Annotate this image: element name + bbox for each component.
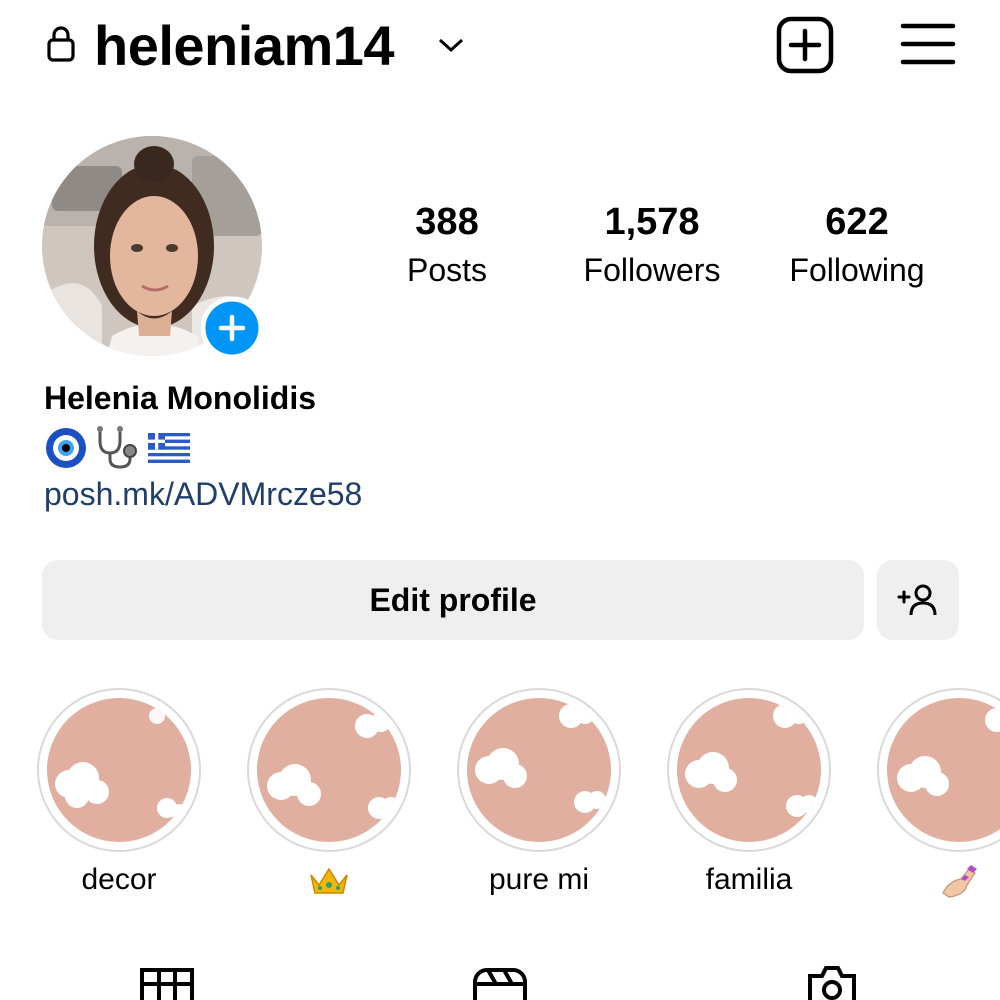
highlight-nails[interactable]	[877, 688, 1000, 898]
profile-username[interactable]: heleniam14	[94, 10, 395, 82]
stethoscope-icon	[97, 426, 137, 469]
highlight-pure-mi[interactable]: pure mi	[457, 688, 621, 896]
bio-emoji-row	[44, 424, 190, 472]
highlight-cover	[47, 698, 191, 842]
posts-count-label: Posts	[406, 252, 488, 288]
highlight-cover	[257, 698, 401, 842]
highlight-cover	[677, 698, 821, 842]
highlight-decor[interactable]: decor	[37, 688, 201, 896]
highlight-ring	[37, 688, 201, 852]
highlight-label: familia	[705, 863, 793, 896]
profile-full-name: Helenia Monolidis	[44, 380, 317, 416]
highlight-crown[interactable]	[247, 688, 411, 894]
followers-count-value: 1,578	[604, 201, 700, 243]
highlight-ring	[457, 688, 621, 852]
nazar-amulet-icon	[46, 428, 86, 468]
add-person-icon	[897, 584, 937, 616]
greek-flag-icon	[148, 433, 190, 463]
highlight-label: pure mi	[488, 863, 590, 896]
following-count-value: 622	[825, 201, 889, 243]
hamburger-menu-icon[interactable]	[900, 20, 956, 68]
edit-profile-label: Edit profile	[369, 581, 537, 618]
edit-profile-button[interactable]: Edit profile	[42, 560, 864, 640]
highlight-ring	[667, 688, 831, 852]
crown-icon	[310, 867, 348, 894]
highlight-label: decor	[81, 863, 157, 896]
followers-count[interactable]: 1,578 Followers	[552, 196, 752, 292]
highlight-familia[interactable]: familia	[667, 688, 831, 896]
highlight-cover	[467, 698, 611, 842]
add-story-button[interactable]	[201, 297, 263, 359]
following-count-label: Following	[789, 252, 925, 288]
nail-polish-icon	[942, 865, 977, 898]
highlight-label	[227, 860, 431, 900]
bio-link[interactable]: posh.mk/ADVMrcze58	[44, 472, 362, 516]
lock-icon	[47, 26, 75, 62]
followers-count-label: Followers	[583, 252, 721, 288]
highlight-label	[857, 860, 1000, 900]
plus-square-icon[interactable]	[776, 16, 834, 74]
reels-icon[interactable]	[472, 964, 528, 1000]
highlight-cover	[887, 698, 1000, 842]
discover-people-button[interactable]	[877, 560, 959, 640]
tagged-icon[interactable]	[804, 964, 860, 1000]
grid-icon[interactable]	[140, 964, 194, 1000]
posts-count-value: 388	[415, 201, 479, 243]
chevron-down-icon[interactable]	[436, 34, 466, 56]
following-count[interactable]: 622 Following	[757, 196, 957, 292]
highlight-ring	[247, 688, 411, 852]
posts-count[interactable]: 388 Posts	[347, 196, 547, 292]
highlight-ring	[877, 688, 1000, 852]
